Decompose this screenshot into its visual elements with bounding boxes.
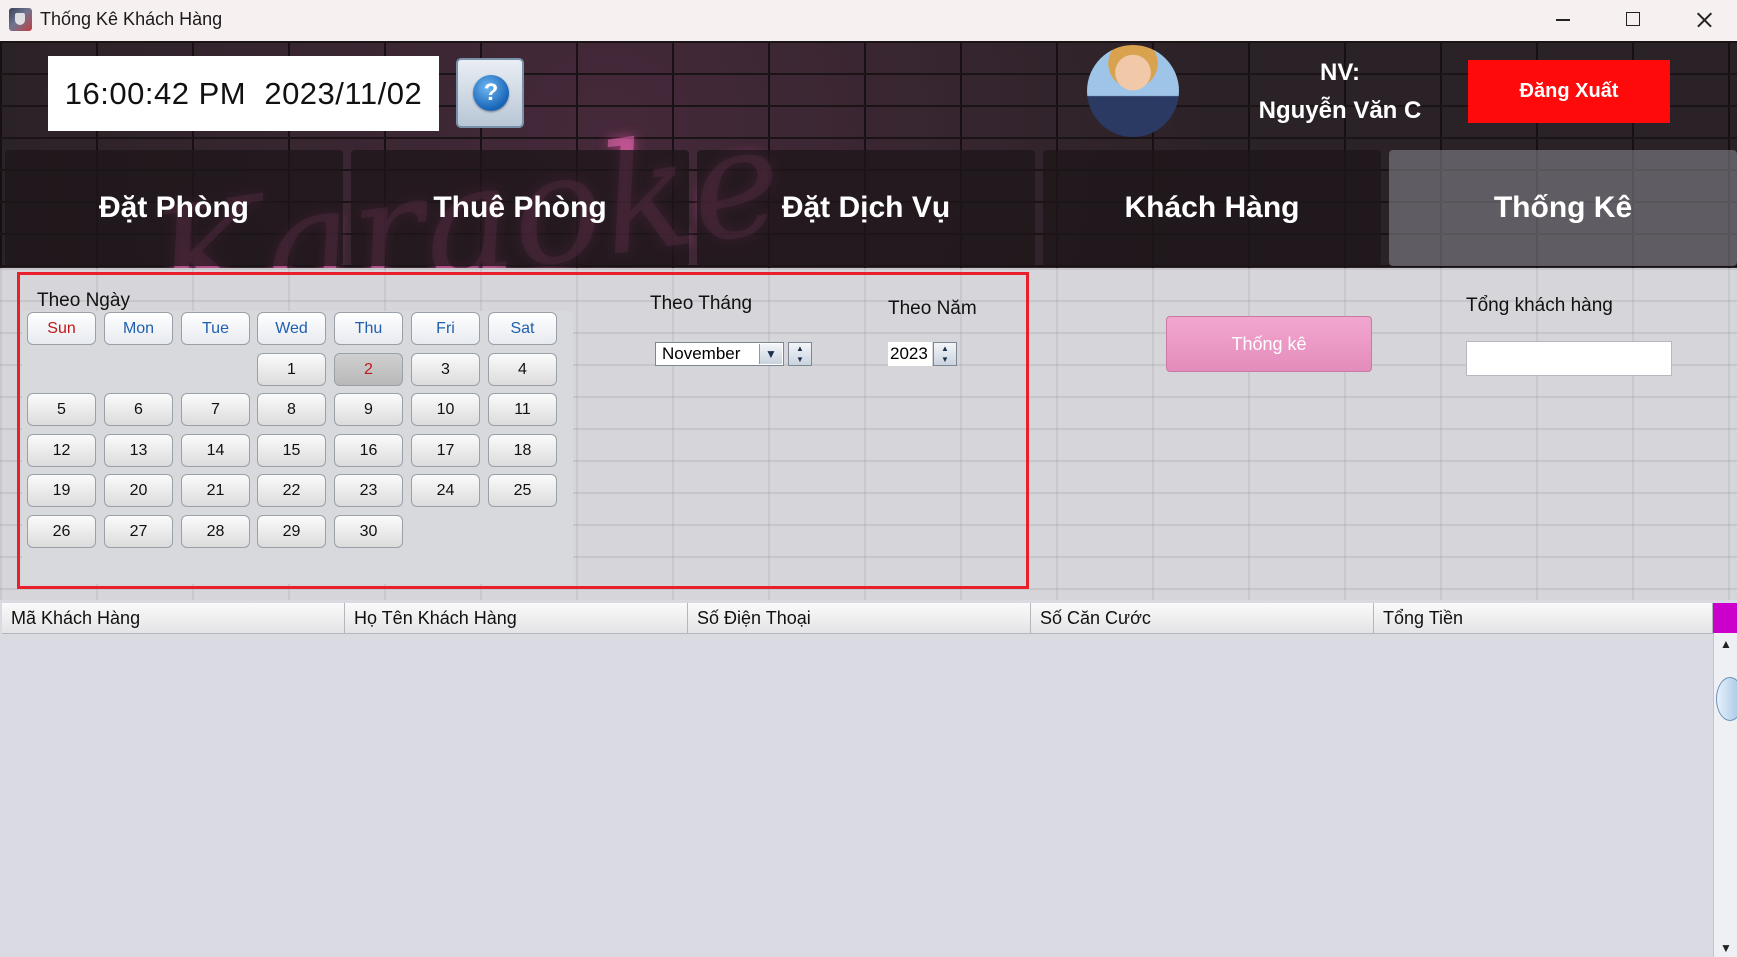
table-corner [1713, 603, 1737, 633]
employee-label: NV: [1319, 59, 1360, 86]
logout-button[interactable]: Đăng Xuất [1468, 60, 1670, 123]
month-filter-label: Theo Tháng [650, 293, 753, 314]
calendar-day[interactable]: 17 [411, 434, 480, 467]
calendar-day[interactable]: 16 [334, 434, 403, 467]
calendar-day[interactable]: 27 [104, 515, 173, 548]
calendar-day[interactable]: 26 [27, 515, 96, 548]
date-filter-label: Theo Ngày [37, 290, 130, 311]
tab-thue-phong[interactable]: Thuê Phòng [351, 150, 689, 266]
column-header[interactable]: Họ Tên Khách Hàng [345, 603, 688, 633]
column-header[interactable]: Số Điện Thoại [688, 603, 1031, 633]
weekday-header: Mon [104, 312, 173, 345]
calendar-day[interactable]: 25 [488, 474, 557, 507]
weekday-header: Sat [488, 312, 557, 345]
customer-table: Mã Khách Hàng Họ Tên Khách Hàng Số Điện Th… [0, 600, 1737, 957]
weekday-header: Sun [27, 312, 96, 345]
weekday-header: Tue [181, 312, 250, 345]
scroll-up-icon[interactable]: ▲ [1714, 637, 1737, 651]
calendar-day[interactable]: 1 [257, 353, 326, 386]
calendar-day[interactable]: 12 [27, 434, 96, 467]
scroll-thumb[interactable] [1716, 677, 1737, 721]
vertical-scrollbar[interactable]: ▲ ▼ [1713, 633, 1737, 957]
title-bar: Thống Kê Khách Hàng [0, 0, 1737, 42]
calendar-day[interactable]: 10 [411, 393, 480, 426]
filter-panel: Theo Ngày Sun Mon Tue Wed Thu Fri Sat 1 2 3 4 5 6 7 8 9… [0, 268, 1737, 600]
chevron-down-icon[interactable]: ▼ [759, 344, 782, 364]
calendar-day[interactable]: 24 [411, 474, 480, 507]
calendar-day[interactable]: 11 [488, 393, 557, 426]
total-customers-field[interactable] [1466, 341, 1672, 376]
table-header: Mã Khách Hàng Họ Tên Khách Hàng Số Điện Th… [2, 603, 1713, 634]
weekday-header: Thu [334, 312, 403, 345]
scroll-down-icon[interactable]: ▼ [1714, 941, 1737, 955]
tab-dat-phong[interactable]: Đặt Phòng [5, 150, 343, 266]
avatar [1087, 45, 1179, 137]
column-header[interactable]: Tổng Tiền [1374, 603, 1713, 633]
calendar-day[interactable]: 4 [488, 353, 557, 386]
clock-date: 2023/11/02 [264, 75, 423, 111]
calendar-day[interactable]: 3 [411, 353, 480, 386]
column-header[interactable]: Số Căn Cước [1031, 603, 1374, 633]
month-value: November [662, 344, 741, 363]
help-button[interactable]: ? [456, 58, 524, 128]
calendar-day[interactable]: 19 [27, 474, 96, 507]
calendar-day[interactable]: 7 [181, 393, 250, 426]
month-spinner-arrows-icon[interactable]: ▲ ▼ [788, 342, 812, 366]
header: Karaoke 16:00:42 PM 2023/11/02 ? NV: Ngu… [0, 41, 1737, 353]
year-spinner-arrows-icon[interactable]: ▲ ▼ [933, 342, 957, 366]
year-input[interactable]: 2023 [888, 342, 932, 366]
calendar-day[interactable]: 13 [104, 434, 173, 467]
calendar-day[interactable]: 28 [181, 515, 250, 548]
clock-display: 16:00:42 PM 2023/11/02 [48, 56, 439, 131]
tab-thong-ke[interactable]: Thống Kê [1389, 150, 1737, 266]
calendar-day[interactable]: 30 [334, 515, 403, 548]
year-filter-label: Theo Năm [888, 298, 977, 319]
weekday-header: Wed [257, 312, 326, 345]
calendar-day[interactable]: 18 [488, 434, 557, 467]
calendar-day[interactable]: 5 [27, 393, 96, 426]
column-header[interactable]: Mã Khách Hàng [2, 603, 345, 633]
calendar-day[interactable]: 8 [257, 393, 326, 426]
tab-dat-dich-vu[interactable]: Đặt Dịch Vụ [697, 150, 1035, 266]
stats-button[interactable]: Thống kê [1166, 316, 1372, 372]
window-title: Thống Kê Khách Hàng [40, 9, 223, 29]
calendar-day[interactable]: 6 [104, 393, 173, 426]
close-icon[interactable] [1668, 0, 1737, 41]
help-icon: ? [473, 75, 509, 111]
maximize-icon[interactable] [1598, 0, 1668, 41]
weekday-header: Fri [411, 312, 480, 345]
clock-time: 16:00:42 PM [64, 75, 247, 111]
calendar-day[interactable]: 14 [181, 434, 250, 467]
calendar-day[interactable]: 20 [104, 474, 173, 507]
total-customers-label: Tổng khách hàng [1466, 295, 1613, 316]
calendar-day[interactable]: 15 [257, 434, 326, 467]
calendar-day[interactable]: 29 [257, 515, 326, 548]
calendar-day[interactable]: 23 [334, 474, 403, 507]
employee-name: Nguyễn Văn C [1258, 97, 1422, 124]
calendar-day[interactable]: 21 [181, 474, 250, 507]
calendar-day[interactable]: 22 [257, 474, 326, 507]
calendar-day-selected[interactable]: 2 [334, 353, 403, 386]
month-select[interactable]: November ▼ [655, 342, 784, 366]
tab-khach-hang[interactable]: Khách Hàng [1043, 150, 1381, 266]
minimize-icon[interactable] [1528, 0, 1598, 41]
calendar-day[interactable]: 9 [334, 393, 403, 426]
calendar: Sun Mon Tue Wed Thu Fri Sat 1 2 3 4 5 6 7 8 9 10 11 12 13 14… [22, 311, 573, 584]
app-icon [9, 8, 32, 31]
